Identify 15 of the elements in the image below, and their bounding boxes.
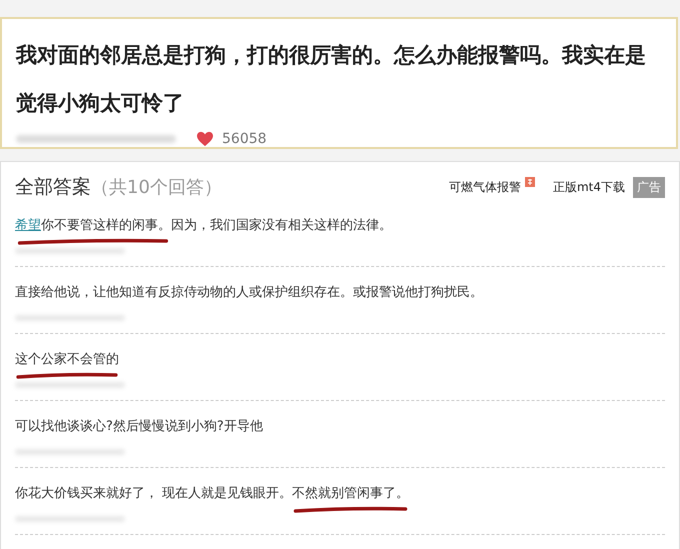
ad-link[interactable]: 正版mt4下载 xyxy=(552,178,625,196)
answer-text: 你花大价钱买来就好了， 现在人就是见钱眼开。不然就别管闲事了。 xyxy=(15,484,665,504)
answer-text: 希望你不要管这样的闲事。因为，我们国家没有相关这样的法律。 xyxy=(15,216,665,236)
answers-heading: 全部答案 xyxy=(15,176,91,198)
question-title: 我对面的邻居总是打狗，打的很厉害的。怎么办能报警吗。我实在是觉得小狗太可怜了 xyxy=(16,42,647,117)
answer-count: （共10个回答） xyxy=(91,177,222,198)
answer-text: 直接给他说，让他知道有反掠侍动物的人或保护组织存在。或报警说他打狗扰民。 xyxy=(15,284,484,302)
like-count: 56058 xyxy=(222,131,267,147)
answer-text: 可以找他谈谈心?然后慢慢说到小狗?开导他 xyxy=(15,418,264,436)
answer-text: 这个公家不会管的 xyxy=(15,350,665,370)
heart-icon xyxy=(196,131,214,147)
ad-tag: 广告 xyxy=(633,176,665,198)
hot-badge-icon xyxy=(524,176,535,186)
ad-link[interactable]: 可燃气体报警 xyxy=(448,178,521,196)
keyword-link[interactable]: 希望 xyxy=(15,218,41,233)
